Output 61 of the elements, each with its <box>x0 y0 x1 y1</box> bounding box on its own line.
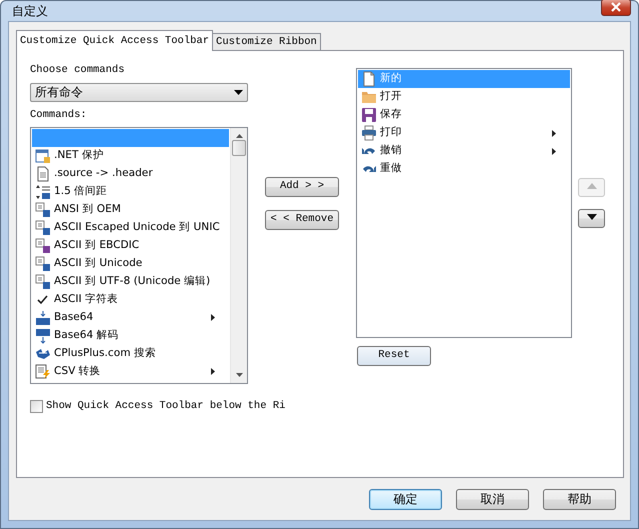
remove-button[interactable]: < < Remove <box>265 210 339 230</box>
close-icon <box>610 2 622 12</box>
submenu-arrow-icon <box>552 148 556 154</box>
list-item[interactable]: ASCII Escaped Unicode 到 UNIC <box>32 218 229 236</box>
dialog-button[interactable]: 确定 <box>369 488 442 510</box>
list-item[interactable]: Base64 <box>32 308 229 326</box>
list-item[interactable]: .NET 保护 <box>32 146 229 164</box>
scroll-down-icon <box>236 372 242 376</box>
document-icon <box>361 71 377 87</box>
list-item[interactable]: Base64 解码 <box>32 326 229 344</box>
list-item[interactable]: 打开 <box>358 88 570 106</box>
list-label: Commands: <box>30 108 88 123</box>
list-item[interactable]: 重做 <box>358 160 570 178</box>
conversion-icon <box>35 238 51 254</box>
scrollbar[interactable] <box>230 128 247 382</box>
dropdown-arrow-icon <box>234 90 243 95</box>
lightning-document-icon <box>35 364 51 380</box>
list-item[interactable]: ANSI 到 OEM <box>32 200 229 218</box>
conversion-icon <box>35 220 51 236</box>
list-item[interactable]: 1.5 倍间距 <box>32 182 229 200</box>
submenu-arrow-icon <box>211 368 215 375</box>
list-item[interactable]: ASCII 到 EBCDIC <box>32 236 229 254</box>
dialog-button[interactable]: 取消 <box>456 488 529 510</box>
field-label: Choose commands <box>30 63 126 78</box>
decode-icon <box>35 328 51 344</box>
commands-dropdown[interactable]: 所有命令 <box>30 82 248 102</box>
list-item[interactable] <box>32 128 229 146</box>
scroll-thumb[interactable] <box>232 140 246 156</box>
table-icon <box>35 148 51 164</box>
list-item[interactable]: .source -> .header <box>32 164 229 182</box>
checkbox-label: Show Quick Access Toolbar below the Ri <box>46 398 286 414</box>
move-down-button[interactable] <box>578 209 605 228</box>
scroll-up-icon <box>236 134 242 138</box>
up-arrow-icon <box>586 182 596 189</box>
reset-button[interactable]: Reset <box>357 346 431 366</box>
checkbox[interactable] <box>30 400 43 413</box>
list-item[interactable]: ASCII 到 UTF-8 (Unicode 编辑) <box>32 272 229 290</box>
conversion-icon <box>35 202 51 218</box>
document-icon <box>35 166 51 182</box>
folder-icon <box>361 89 377 105</box>
encode-icon <box>35 310 51 326</box>
submenu-arrow-icon <box>552 130 556 136</box>
list-item[interactable]: CSV 转换 <box>32 362 229 380</box>
list-item[interactable]: ASCII 字符表 <box>32 290 229 308</box>
list-item[interactable]: 保存 <box>358 106 570 124</box>
down-arrow-icon <box>586 214 596 220</box>
line-spacing-icon <box>35 184 51 200</box>
printer-icon <box>361 125 377 141</box>
close-button[interactable] <box>601 0 631 16</box>
conversion-icon <box>35 274 51 290</box>
dialog-button[interactable]: 帮助 <box>543 488 616 510</box>
add-button[interactable]: Add > > <box>265 177 339 197</box>
submenu-arrow-icon <box>211 314 215 321</box>
list-item[interactable]: ASCII 到 Unicode <box>32 254 229 272</box>
list-item[interactable]: 撤销 <box>358 142 570 160</box>
tab[interactable]: Customize Quick Access Toolbar <box>16 30 214 51</box>
conversion-icon <box>35 256 51 272</box>
list-item[interactable]: CPlusPlus.com 搜索 <box>32 344 229 362</box>
tab[interactable]: Customize Ribbon <box>212 33 321 50</box>
window-title: 自定义 <box>11 3 48 20</box>
list-item[interactable]: 打印 <box>358 124 570 142</box>
